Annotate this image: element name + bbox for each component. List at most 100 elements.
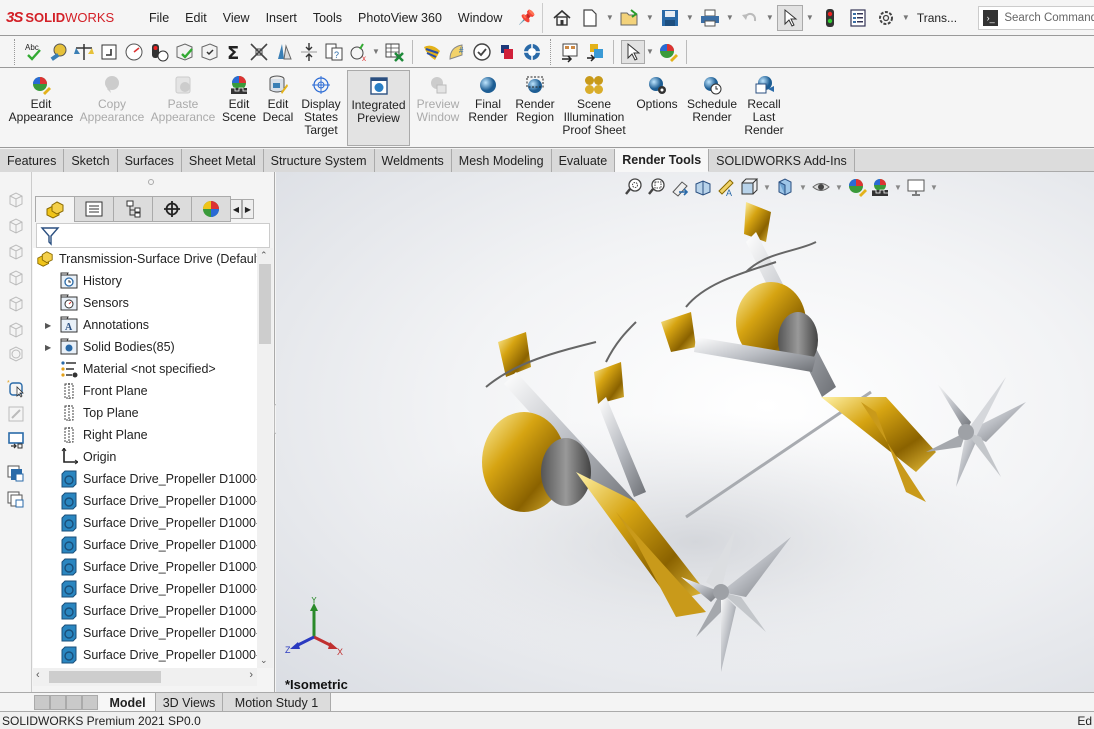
scene-illumination-proof-sheet-button[interactable]: Scene Illumination Proof Sheet	[561, 70, 627, 146]
home-icon[interactable]	[549, 5, 575, 31]
first-tab-button[interactable]	[34, 695, 50, 710]
new-document-icon[interactable]	[577, 5, 603, 31]
thickness-analysis-icon[interactable]	[297, 40, 321, 64]
expand-arrow-icon[interactable]: ▶	[45, 321, 53, 330]
tab-motion-study-1[interactable]: Motion Study 1	[223, 693, 331, 712]
menu-edit[interactable]: Edit	[177, 11, 215, 25]
toolbar-grip[interactable]	[14, 38, 15, 65]
tree-item[interactable]: Surface Drive_Propeller D1000-Pa	[60, 534, 257, 556]
previous-tab-button[interactable]	[50, 695, 66, 710]
toolbar-grip[interactable]	[550, 38, 551, 65]
tree-item[interactable]: Material <not specified>	[60, 358, 216, 380]
configurationmanager-tab[interactable]	[113, 196, 153, 222]
tab-3d-views[interactable]: 3D Views	[156, 693, 223, 712]
menu-view[interactable]: View	[215, 11, 258, 25]
featuremanager-tab[interactable]	[35, 196, 75, 222]
interference-detection-icon[interactable]	[247, 40, 271, 64]
tree-item[interactable]: Surface Drive_Propeller D1000-Pa	[60, 490, 257, 512]
draft-analysis-icon[interactable]	[272, 40, 296, 64]
tree-item[interactable]: Top Plane	[60, 402, 139, 424]
deviation-analysis-icon[interactable]: x	[347, 40, 371, 64]
sum-icon[interactable]: Σ	[222, 40, 246, 64]
select-dropdown[interactable]: ▼	[645, 47, 655, 56]
tree-item[interactable]: Sensors	[60, 292, 129, 314]
appearance-pencil-icon[interactable]	[656, 40, 680, 64]
spell-check-icon[interactable]: Abc	[22, 40, 46, 64]
document-title[interactable]: Trans...	[917, 11, 957, 25]
preview-window-button[interactable]: Preview Window	[414, 70, 462, 146]
last-tab-button[interactable]	[82, 695, 98, 710]
tab-sketch[interactable]: Sketch	[64, 149, 118, 172]
tab-surfaces[interactable]: Surfaces	[117, 149, 182, 172]
tree-item[interactable]: Surface Drive_Propeller D1000-Pa	[60, 644, 257, 666]
new-sketch-icon[interactable]: *	[6, 378, 26, 398]
tree-item[interactable]: History	[60, 270, 122, 292]
tree-item[interactable]: ▶ A Annotations	[45, 314, 149, 336]
geometry-analysis-icon[interactable]	[197, 40, 221, 64]
tree-item[interactable]: Surface Drive_Propeller D1000-Pa	[60, 556, 257, 578]
tab-scroll-right[interactable]: ▶	[242, 199, 254, 219]
paste-appearance-button[interactable]: Paste Appearance	[150, 70, 216, 146]
options-gear-icon[interactable]	[873, 5, 899, 31]
graphics-area[interactable]: A ▼ ▼ ▼ ▼ ▼ Y X Z *Isometric	[276, 172, 1094, 692]
rebuild-stats-icon[interactable]	[147, 40, 171, 64]
design-library-icon[interactable]	[583, 40, 607, 64]
feature-tree-filter[interactable]	[36, 223, 270, 248]
view-cube-icon[interactable]	[6, 242, 26, 262]
tree-root-assembly[interactable]: Transmission-Surface Drive (Default<	[36, 248, 257, 270]
view-cube-icon[interactable]	[6, 344, 26, 364]
solidworks-logo[interactable]: 3S SOLID WORKS	[6, 9, 141, 26]
recall-last-render-button[interactable]: Recall Last Render	[742, 70, 786, 146]
tree-item[interactable]: Surface Drive_Propeller D1000-Pa	[60, 512, 257, 534]
options-dropdown[interactable]: ▼	[901, 13, 911, 22]
curvature-icon[interactable]: #	[445, 40, 469, 64]
undo-dropdown[interactable]: ▼	[765, 13, 775, 22]
section-properties-icon[interactable]	[97, 40, 121, 64]
tree-item[interactable]: Right Plane	[60, 424, 148, 446]
scroll-left-arrow[interactable]: ‹	[36, 669, 40, 681]
schedule-render-button[interactable]: Schedule Render	[685, 70, 739, 146]
scroll-thumb[interactable]	[49, 671, 161, 683]
view-cube-icon[interactable]	[6, 320, 26, 340]
tab-features[interactable]: Features	[0, 149, 65, 172]
layers-icon[interactable]	[6, 464, 26, 484]
tab-weldments[interactable]: Weldments	[374, 149, 452, 172]
check-icon[interactable]	[172, 40, 196, 64]
rebuild-traffic-light-icon[interactable]	[817, 5, 843, 31]
display-states-target-button[interactable]: Display States Target	[298, 70, 344, 146]
edit-appearance-button[interactable]: Edit Appearance	[8, 70, 74, 146]
view-cube-icon[interactable]	[6, 216, 26, 236]
select-dropdown[interactable]: ▼	[805, 13, 815, 22]
layers-copy-icon[interactable]	[6, 490, 26, 510]
search-commands-input[interactable]: ›_ Search Command	[978, 6, 1094, 30]
print-dropdown[interactable]: ▼	[725, 13, 735, 22]
menu-file[interactable]: File	[141, 11, 177, 25]
tab-render-tools[interactable]: Render Tools	[615, 149, 710, 172]
edit-decal-button[interactable]: Edit Decal	[261, 70, 295, 146]
menu-insert[interactable]: Insert	[258, 11, 305, 25]
menu-window[interactable]: Window	[450, 11, 510, 25]
scroll-right-arrow[interactable]: ›	[249, 669, 253, 681]
tab-sheet-metal[interactable]: Sheet Metal	[181, 149, 264, 172]
symmetry-check-icon[interactable]	[470, 40, 494, 64]
tree-item[interactable]: ▶ Solid Bodies(85)	[45, 336, 175, 358]
view-cube-icon[interactable]	[6, 268, 26, 288]
tab-evaluate[interactable]: Evaluate	[551, 149, 616, 172]
performance-evaluation-icon[interactable]	[122, 40, 146, 64]
new-dropdown[interactable]: ▼	[605, 13, 615, 22]
render-options-button[interactable]: Options	[633, 70, 681, 146]
excel-bom-icon[interactable]	[382, 40, 406, 64]
tree-item[interactable]: Front Plane	[60, 380, 148, 402]
scroll-down-arrow[interactable]: ⌄	[260, 655, 268, 666]
compatibility-icon[interactable]	[520, 40, 544, 64]
mass-properties-icon[interactable]	[72, 40, 96, 64]
view-cube-icon[interactable]	[6, 190, 26, 210]
panel-resize-handle[interactable]	[148, 179, 154, 185]
tree-item[interactable]: Surface Drive_Propeller D1000-Pa	[60, 622, 257, 644]
dimxpertmanager-tab[interactable]	[152, 196, 192, 222]
save-icon[interactable]	[657, 5, 683, 31]
scroll-thumb[interactable]	[259, 264, 271, 344]
print-icon[interactable]	[697, 5, 723, 31]
integrated-preview-button[interactable]: Integrated Preview	[347, 70, 410, 146]
expand-arrow-icon[interactable]: ▶	[45, 343, 53, 352]
